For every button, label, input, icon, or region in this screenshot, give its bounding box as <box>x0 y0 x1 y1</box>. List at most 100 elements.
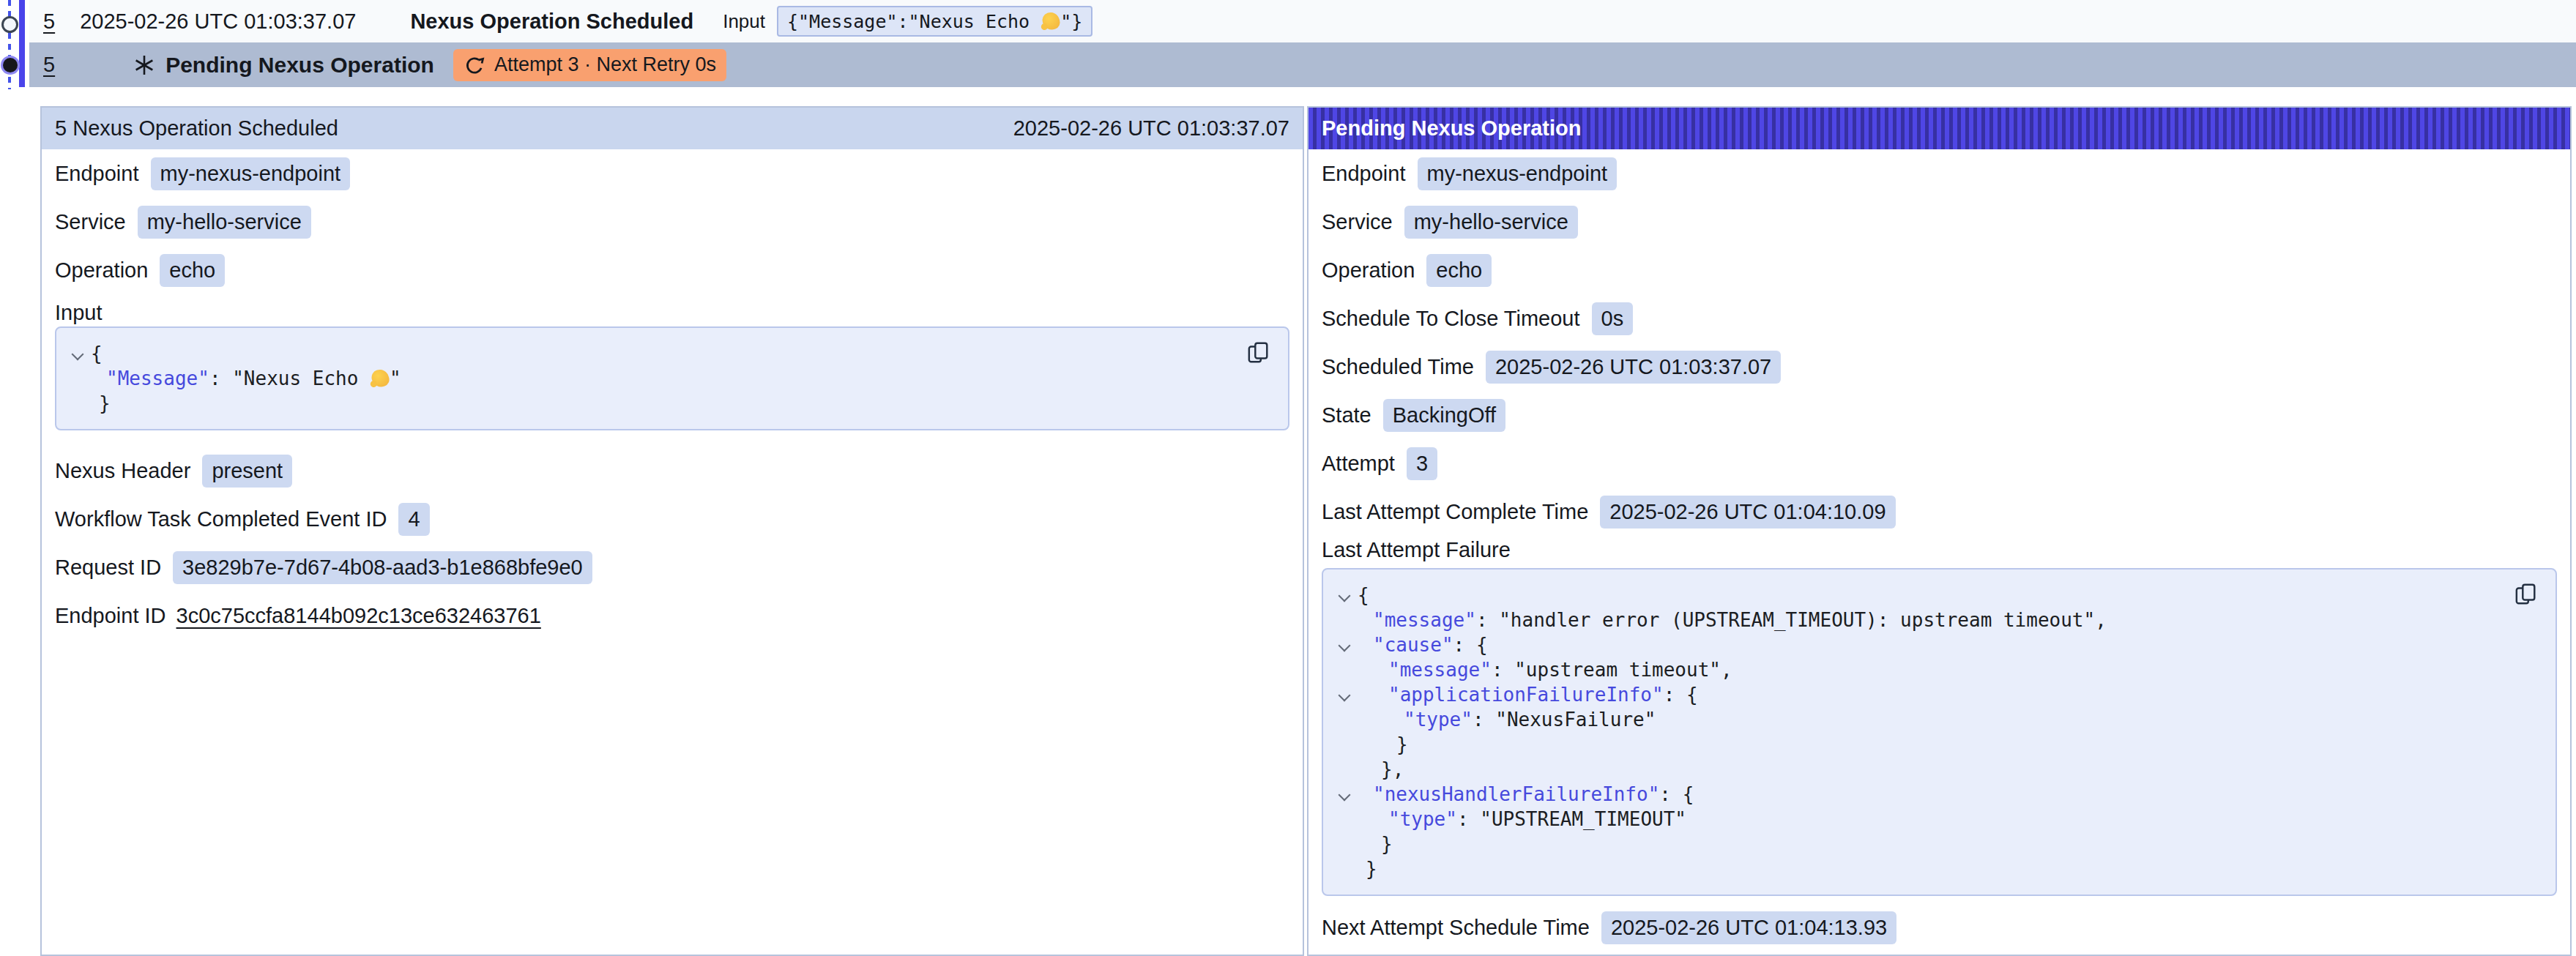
chevron-spacer <box>1333 608 1358 632</box>
input-section-label: Input <box>55 300 1289 325</box>
chevron-spacer <box>1333 856 1358 881</box>
field-value-badge: echo <box>160 254 225 287</box>
json-line: } <box>1333 856 2541 881</box>
chevron-spacer <box>1333 757 1358 782</box>
collapse-chevron-icon[interactable] <box>1333 583 1358 608</box>
event-id-link[interactable]: 5 <box>43 10 55 34</box>
field-value-badge: my-hello-service <box>138 206 311 239</box>
field-row-scheduled-time: Scheduled Time2025-02-26 UTC 01:03:37.07 <box>1322 343 2557 391</box>
field-label: Service <box>1322 210 1393 234</box>
failure-json-block: {"message": "handler error (UPSTREAM_TIM… <box>1322 568 2557 896</box>
field-value-badge: 2025-02-26 UTC 01:04:13.93 <box>1601 911 1896 944</box>
failure-section-label: Last Attempt Failure <box>1322 537 2557 562</box>
event-summary-row[interactable]: 5 2025-02-26 UTC 01:03:37.07 Nexus Opera… <box>29 0 2576 42</box>
copy-icon[interactable] <box>2513 581 2539 609</box>
collapse-chevron-icon[interactable] <box>1333 682 1358 707</box>
pending-asterisk-icon <box>133 53 156 77</box>
pending-event-id-link[interactable]: 5 <box>43 53 55 77</box>
field-value-badge: 3e829b7e-7d67-4b08-aad3-b1e868bfe9e0 <box>173 551 592 584</box>
field-value-badge: 4 <box>398 503 429 536</box>
field-label: Nexus Header <box>55 459 190 483</box>
field-value-badge: 3 <box>1407 447 1437 480</box>
input-label: Input <box>723 10 765 33</box>
input-json-block: {"Message": "Nexus Echo "} <box>55 326 1289 430</box>
json-line: "type": "UPSTREAM_TIMEOUT" <box>1333 807 2541 832</box>
field-label: Operation <box>1322 258 1415 283</box>
event-timestamp: 2025-02-26 UTC 01:03:37.07 <box>80 10 356 34</box>
pending-panel-header: Pending Nexus Operation <box>1309 108 2570 149</box>
field-label: Last Attempt Complete Time <box>1322 500 1588 524</box>
retry-badge-text: Attempt 3 · Next Retry 0s <box>494 53 716 76</box>
field-label: Scheduled Time <box>1322 355 1474 379</box>
json-line: "message": "handler error (UPSTREAM_TIME… <box>1333 608 2541 632</box>
pending-operation-row[interactable]: 5 Pending Nexus Operation Attempt 3 · Ne… <box>29 42 2576 87</box>
collapse-chevron-icon[interactable] <box>1333 632 1358 657</box>
field-label: State <box>1322 403 1371 427</box>
copy-icon[interactable] <box>1246 340 1272 367</box>
field-row-operation: Operation echo <box>1322 246 2557 294</box>
field-row-endpoint: Endpoint my-nexus-endpoint <box>55 149 1289 198</box>
field-row-operation: Operation echo <box>55 246 1289 294</box>
field-label: Next Attempt Schedule Time <box>1322 916 1590 940</box>
field-row-endpoint-id: Endpoint ID 3c0c75ccfa8144b092c13ce632463… <box>55 591 1289 640</box>
field-row-schedule-to-close-timeout: Schedule To Close Timeout 0s <box>1322 294 2557 343</box>
chevron-spacer <box>1333 832 1358 856</box>
collapse-chevron-icon[interactable] <box>1333 782 1358 807</box>
json-line: "message": "upstream timeout", <box>1333 657 2541 682</box>
field-value-badge: my-nexus-endpoint <box>151 157 351 190</box>
field-label: Endpoint ID <box>55 604 166 628</box>
chevron-spacer <box>1333 707 1358 732</box>
field-value-badge: present <box>202 455 292 488</box>
field-row-state: StateBackingOff <box>1322 391 2557 439</box>
field-value-badge: my-hello-service <box>1404 206 1578 239</box>
field-label: Endpoint <box>1322 162 1406 186</box>
pending-panel-title: Pending Nexus Operation <box>1322 116 1582 141</box>
retry-icon <box>464 53 486 76</box>
field-label: Service <box>55 210 126 234</box>
event-detail-timestamp: 2025-02-26 UTC 01:03:37.07 <box>1013 116 1289 141</box>
json-line: } <box>1333 732 2541 757</box>
field-row-service: Service my-hello-service <box>55 198 1289 246</box>
field-row-last-attempt-complete-time: Last Attempt Complete Time 2025-02-26 UTC… <box>1322 488 2557 536</box>
field-label: Operation <box>55 258 148 283</box>
json-line: } <box>67 391 1273 416</box>
field-value-badge: 0s <box>1592 302 1634 335</box>
timeline-event-dot-selected[interactable] <box>3 58 18 72</box>
event-history-page: 5 2025-02-26 UTC 01:03:37.07 Nexus Opera… <box>0 0 2576 956</box>
input-preview-chip: {"Message":"Nexus Echo "} <box>777 6 1092 37</box>
field-row-next-attempt-schedule-time: Next Attempt Schedule Time 2025-02-26 UTC… <box>1322 903 2557 952</box>
field-row-service: Service my-hello-service <box>1322 198 2557 246</box>
retry-attempt-badge: Attempt 3 · Next Retry 0s <box>453 49 726 81</box>
wave-emoji <box>370 367 391 389</box>
json-line: { <box>67 341 1273 366</box>
field-label: Schedule To Close Timeout <box>1322 307 1580 331</box>
event-detail-header: 5 Nexus Operation Scheduled 2025-02-26 U… <box>42 108 1303 149</box>
field-row-nexus-header: Nexus Header present <box>55 447 1289 495</box>
timeline-active-bar <box>19 0 25 87</box>
field-label: Attempt <box>1322 452 1395 476</box>
json-line: "type": "NexusFailure" <box>1333 707 2541 732</box>
pending-operation-panel: Pending Nexus Operation Endpoint my-nexus… <box>1307 106 2572 956</box>
chevron-spacer <box>1333 732 1358 757</box>
event-detail-panel: 5 Nexus Operation Scheduled 2025-02-26 U… <box>40 106 1304 956</box>
chevron-spacer <box>1333 657 1358 682</box>
chevron-spacer <box>67 366 91 391</box>
field-label: Workflow Task Completed Event ID <box>55 507 387 531</box>
json-line: "nexusHandlerFailureInfo": { <box>1333 782 2541 807</box>
field-value-link[interactable]: 3c0c75ccfa8144b092c13ce632463761 <box>176 604 541 628</box>
field-value-badge: echo <box>1426 254 1492 287</box>
event-detail-title: 5 Nexus Operation Scheduled <box>55 116 338 141</box>
field-value-badge: 2025-02-26 UTC 01:04:10.09 <box>1600 496 1895 529</box>
event-type-title: Nexus Operation Scheduled <box>410 10 693 34</box>
collapse-chevron-icon[interactable] <box>67 341 91 366</box>
field-row-endpoint: Endpoint my-nexus-endpoint <box>1322 149 2557 198</box>
field-label: Endpoint <box>55 162 139 186</box>
json-line: }, <box>1333 757 2541 782</box>
wave-emoji <box>1041 10 1062 32</box>
field-row-request-id: Request ID 3e829b7e-7d67-4b08-aad3-b1e868… <box>55 543 1289 591</box>
field-row-workflow-task-completed-event-id: Workflow Task Completed Event ID 4 <box>55 495 1289 543</box>
field-row-attempt: Attempt 3 <box>1322 439 2557 488</box>
chevron-spacer <box>1333 807 1358 832</box>
field-value-badge: my-nexus-endpoint <box>1418 157 1618 190</box>
field-label: Request ID <box>55 556 161 580</box>
